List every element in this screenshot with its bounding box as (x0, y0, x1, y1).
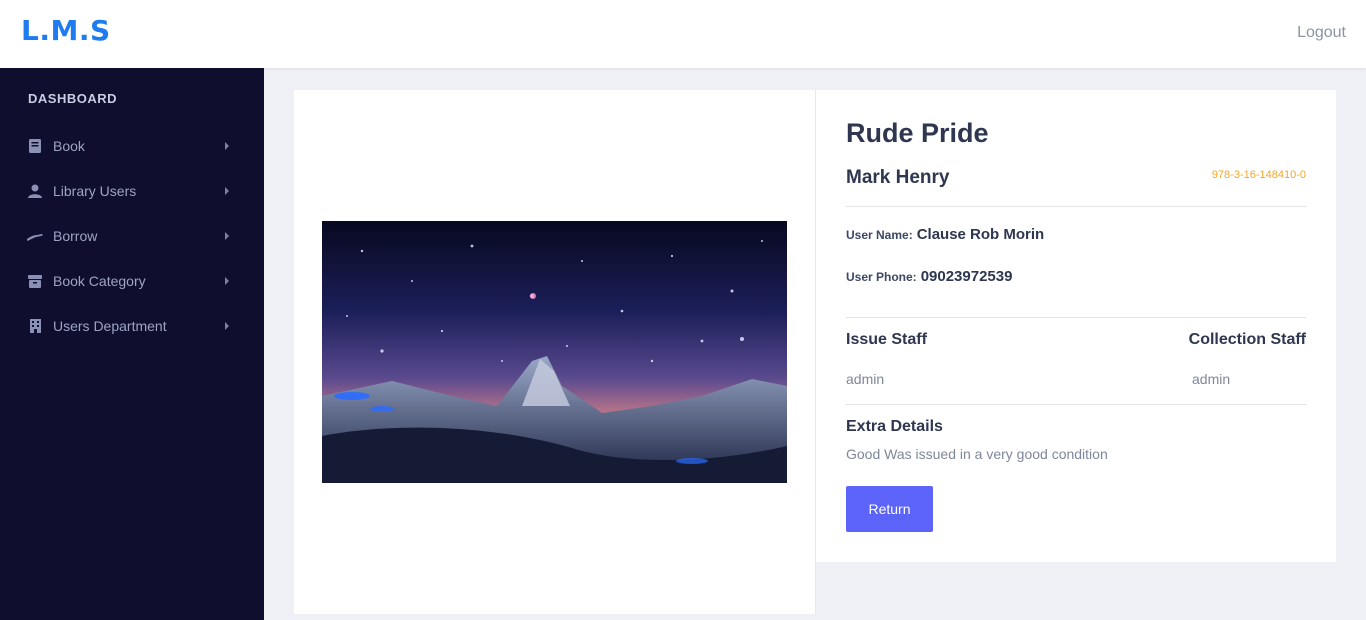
book-icon (27, 138, 43, 154)
issue-staff-heading: Issue Staff (846, 331, 927, 348)
book-image-card (294, 90, 816, 614)
divider (846, 404, 1306, 405)
sidebar-heading: DASHBOARD (28, 91, 117, 106)
sidebar-item-label: Book Category (53, 273, 146, 289)
sidebar-item-book[interactable]: Book (0, 126, 264, 166)
extra-details-heading: Extra Details (846, 418, 943, 435)
extra-details-value: Good Was issued in a very good condition (846, 446, 1108, 462)
user-name-value: Clause Rob Morin (916, 226, 1045, 243)
user-name-label: User Name: (846, 228, 913, 242)
user-phone-field: User Phone: 09023972539 (846, 268, 1012, 285)
sidebar: DASHBOARD Book Library Users Borrow Book… (0, 68, 264, 620)
caret-right-icon (225, 322, 229, 330)
sidebar-item-label: Library Users (53, 183, 137, 199)
caret-right-icon (225, 187, 229, 195)
borrow-detail-card: Rude Pride Mark Henry 978-3-16-148410-0 … (816, 90, 1336, 562)
issue-staff-value: admin (846, 371, 885, 387)
divider (846, 206, 1306, 207)
divider (846, 317, 1306, 318)
sidebar-item-label: Book (53, 138, 85, 154)
building-icon (27, 318, 43, 334)
caret-right-icon (225, 232, 229, 240)
caret-right-icon (225, 142, 229, 150)
collection-staff-value: admin (1192, 371, 1231, 387)
sidebar-item-label: Users Department (53, 318, 167, 334)
box-icon (27, 273, 43, 289)
book-isbn: 978-3-16-148410-0 (1211, 169, 1306, 181)
top-navbar: L.M.S Logout (0, 0, 1366, 68)
collection-staff-heading: Collection Staff (1188, 331, 1306, 348)
book-title: Rude Pride (846, 118, 989, 148)
user-name-field: User Name: Clause Rob Morin (846, 226, 1044, 243)
sidebar-item-library-users[interactable]: Library Users (0, 171, 264, 211)
hand-icon (27, 228, 43, 244)
sidebar-item-users-department[interactable]: Users Department (0, 306, 264, 346)
book-cover-image (322, 221, 787, 483)
sidebar-item-borrow[interactable]: Borrow (0, 216, 264, 256)
sidebar-item-label: Borrow (53, 228, 98, 244)
user-icon (27, 183, 43, 199)
sidebar-item-book-category[interactable]: Book Category (0, 261, 264, 301)
user-phone-label: User Phone: (846, 270, 917, 284)
logout-link[interactable]: Logout (1297, 24, 1346, 42)
return-button[interactable]: Return (846, 486, 933, 532)
caret-right-icon (225, 277, 229, 285)
user-phone-value: 09023972539 (920, 268, 1013, 285)
book-author: Mark Henry (846, 167, 950, 188)
brand-logo[interactable]: L.M.S (21, 14, 111, 47)
